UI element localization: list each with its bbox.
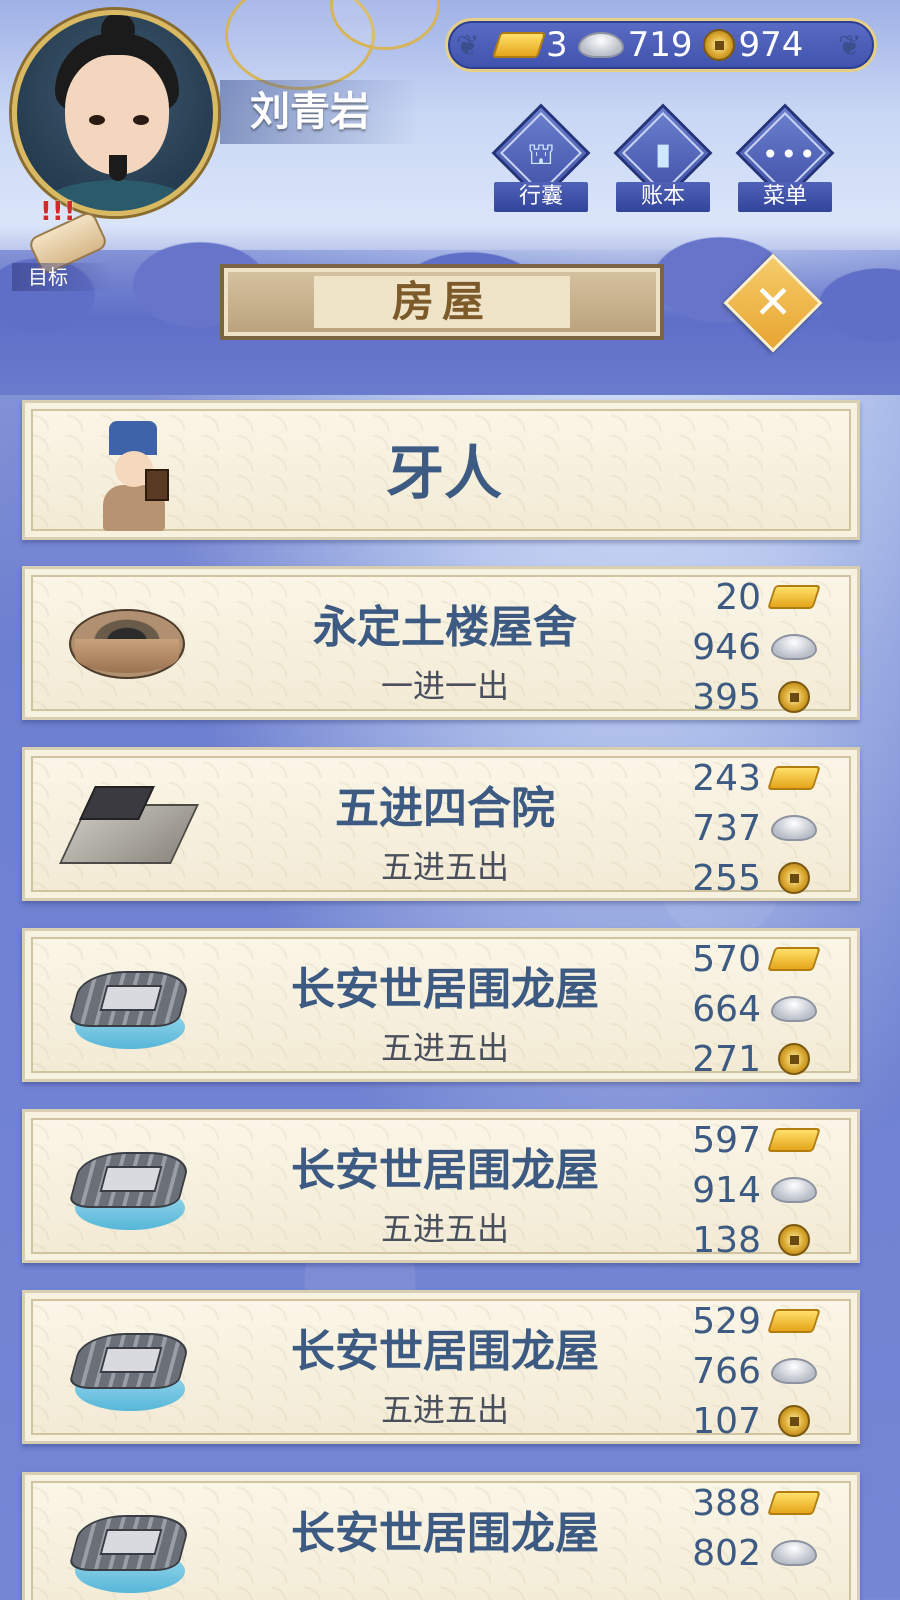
silver-ingot-icon (771, 996, 817, 1022)
player-avatar[interactable] (12, 10, 218, 216)
gold-bar-icon (767, 766, 821, 790)
copper-price: 255 (667, 854, 817, 902)
ledger-button[interactable]: ▮ 账本 (612, 103, 714, 216)
gold-bar-icon (491, 32, 547, 58)
bag-icon: ⛫ (527, 137, 555, 172)
bamboo-icon: ❦ (838, 29, 862, 62)
gold-price: 20 (667, 573, 821, 621)
silver-ingot-icon (771, 634, 817, 660)
gold-bar-icon (767, 947, 821, 971)
copper-coin-icon (702, 29, 735, 61)
copper-amount: 974 (738, 25, 804, 65)
house-image (67, 955, 193, 1055)
more-icon: ••• (762, 138, 818, 171)
silver-price: 914 (667, 1166, 817, 1214)
copper-coin-icon (778, 1043, 810, 1075)
house-image (67, 1317, 193, 1417)
alert-icon: !!! (40, 197, 76, 227)
copper-price: 107 (667, 1397, 817, 1445)
silver-price: 802 (667, 1529, 817, 1577)
copper-price: 395 (667, 673, 817, 721)
gold-price: 570 (667, 935, 821, 983)
silver-ingot-icon (771, 1177, 817, 1203)
silver-ingot-icon (771, 815, 817, 841)
gold-price: 597 (667, 1116, 821, 1164)
silver-ingot-icon (771, 1358, 817, 1384)
house-card[interactable]: 长安世居围龙屋五进五出 529 766 107 (22, 1290, 860, 1444)
house-image (69, 593, 189, 693)
copper-coin-icon (778, 1224, 810, 1256)
copper-price: 271 (667, 1035, 817, 1083)
house-name: 长安世居围龙屋 (291, 1145, 599, 1196)
currency-bar: ❦ 3 719 974 ❦ (445, 18, 877, 72)
copper-coin-icon (778, 862, 810, 894)
house-card[interactable]: 长安世居围龙屋五进五出 570 664 271 (22, 928, 860, 1082)
house-image (67, 1499, 193, 1599)
menu-button[interactable]: ••• 菜单 (734, 103, 836, 216)
panel-title: 房屋 (391, 277, 492, 326)
panel-title-plaque: 房屋 (220, 264, 664, 340)
broker-card[interactable]: 牙人 (22, 400, 860, 540)
house-layout: 五进五出 (380, 1391, 509, 1429)
house-layout: 五进五出 (380, 848, 509, 886)
gold-price: 243 (667, 754, 821, 802)
close-icon[interactable]: ✕ (738, 268, 808, 338)
silver-price: 737 (667, 804, 817, 852)
house-image (59, 774, 199, 874)
silver-price: 766 (667, 1347, 817, 1395)
house-layout: 一进一出 (380, 667, 509, 705)
target-label: 目标 (12, 263, 112, 291)
house-name: 长安世居围龙屋 (291, 964, 599, 1015)
house-card[interactable]: 长安世居围龙屋 388 802 (22, 1472, 860, 1600)
ledger-icon: ▮ (654, 137, 672, 172)
silver-price: 946 (667, 623, 817, 671)
ledger-label: 账本 (616, 182, 710, 212)
menu-label: 菜单 (738, 182, 832, 212)
bag-button[interactable]: ⛫ 行囊 (490, 103, 592, 216)
target-button[interactable]: !!! 目标 (12, 195, 112, 295)
gold-amount: 3 (546, 25, 568, 65)
gold-bar-icon (767, 585, 821, 609)
house-layout: 五进五出 (380, 1210, 509, 1248)
house-card[interactable]: 五进四合院五进五出 243 737 255 (22, 747, 860, 901)
gold-bar-icon (767, 1491, 821, 1515)
house-card[interactable]: 长安世居围龙屋五进五出 597 914 138 (22, 1109, 860, 1263)
gold-bar-icon (767, 1309, 821, 1333)
house-name: 长安世居围龙屋 (291, 1326, 599, 1377)
house-name: 五进四合院 (335, 783, 555, 834)
house-layout: 五进五出 (380, 1029, 509, 1067)
broker-label: 牙人 (385, 439, 502, 507)
house-name: 长安世居围龙屋 (291, 1508, 599, 1559)
gold-bar-icon (767, 1128, 821, 1152)
copper-price: 138 (667, 1216, 817, 1264)
bag-label: 行囊 (494, 182, 588, 212)
silver-amount: 719 (627, 25, 693, 65)
house-name: 永定土楼屋舍 (313, 602, 577, 653)
copper-coin-icon (778, 1405, 810, 1437)
gold-price: 529 (667, 1297, 821, 1345)
house-image (67, 1136, 193, 1236)
player-name: 刘青岩 (220, 80, 420, 144)
copper-coin-icon (778, 681, 810, 713)
silver-price: 664 (667, 985, 817, 1033)
silver-ingot-icon (771, 1540, 817, 1566)
bamboo-icon: ❦ (456, 29, 480, 62)
silver-ingot-icon (577, 32, 624, 58)
gold-price: 388 (667, 1479, 821, 1527)
house-card[interactable]: 永定土楼屋舍一进一出 20 946 395 (22, 566, 860, 720)
